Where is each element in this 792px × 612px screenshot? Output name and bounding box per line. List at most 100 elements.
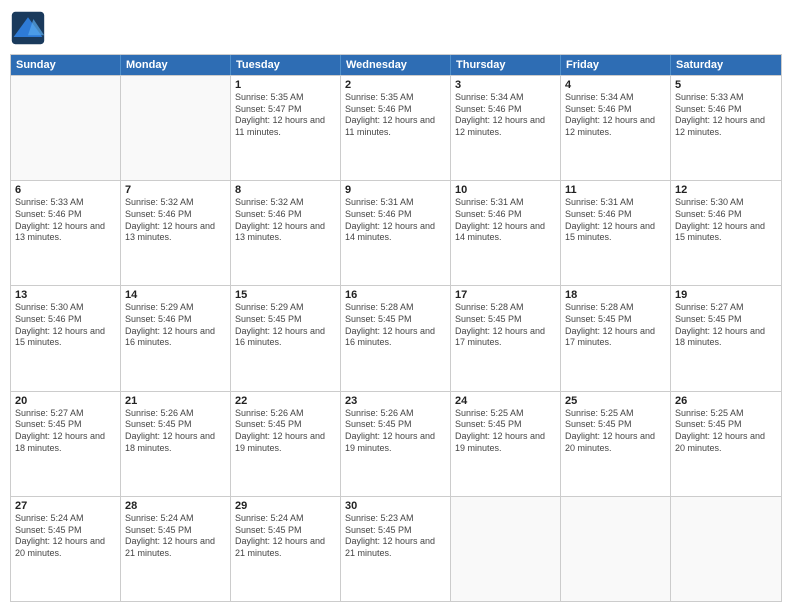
cal-cell-empty-4 [451, 497, 561, 601]
cal-cell-3: 3Sunrise: 5:34 AMSunset: 5:46 PMDaylight… [451, 76, 561, 180]
cal-cell-24: 24Sunrise: 5:25 AMSunset: 5:45 PMDayligh… [451, 392, 561, 496]
header-day-tuesday: Tuesday [231, 55, 341, 75]
week-row-4: 20Sunrise: 5:27 AMSunset: 5:45 PMDayligh… [11, 391, 781, 496]
cal-cell-21: 21Sunrise: 5:26 AMSunset: 5:45 PMDayligh… [121, 392, 231, 496]
cell-day-number: 29 [235, 500, 336, 512]
cell-day-number: 11 [565, 184, 666, 196]
cell-info: Sunrise: 5:31 AMSunset: 5:46 PMDaylight:… [345, 197, 446, 244]
cell-day-number: 21 [125, 395, 226, 407]
cell-day-number: 28 [125, 500, 226, 512]
cal-cell-29: 29Sunrise: 5:24 AMSunset: 5:45 PMDayligh… [231, 497, 341, 601]
cal-cell-15: 15Sunrise: 5:29 AMSunset: 5:45 PMDayligh… [231, 286, 341, 390]
week-row-5: 27 Sunrise: 5:24 AMSunset: 5:45 PMDayligh… [11, 496, 781, 601]
cal-cell-16: 16Sunrise: 5:28 AMSunset: 5:45 PMDayligh… [341, 286, 451, 390]
cell-info: Sunrise: 5:27 AMSunset: 5:45 PMDaylight:… [15, 408, 116, 455]
cell-info: Sunrise: 5:34 AMSunset: 5:46 PMDaylight:… [455, 92, 556, 139]
cell-info: Sunrise: 5:25 AMSunset: 5:45 PMDaylight:… [675, 408, 777, 455]
cal-cell-12: 12Sunrise: 5:30 AMSunset: 5:46 PMDayligh… [671, 181, 781, 285]
calendar-page: SundayMondayTuesdayWednesdayThursdayFrid… [0, 0, 792, 612]
cal-cell-23: 23Sunrise: 5:26 AMSunset: 5:45 PMDayligh… [341, 392, 451, 496]
cell-day-number: 4 [565, 79, 666, 91]
cell-info: Sunrise: 5:24 AMSunset: 5:45 PMDaylight:… [125, 513, 226, 560]
cal-cell-20: 20Sunrise: 5:27 AMSunset: 5:45 PMDayligh… [11, 392, 121, 496]
cell-info: Sunrise: 5:30 AMSunset: 5:46 PMDaylight:… [675, 197, 777, 244]
cal-cell-26: 26Sunrise: 5:25 AMSunset: 5:45 PMDayligh… [671, 392, 781, 496]
cal-cell-28: 28Sunrise: 5:24 AMSunset: 5:45 PMDayligh… [121, 497, 231, 601]
cell-day-number: 17 [455, 289, 556, 301]
header-day-monday: Monday [121, 55, 231, 75]
cell-info: Sunrise: 5:32 AMSunset: 5:46 PMDaylight:… [235, 197, 336, 244]
cal-cell-18: 18Sunrise: 5:28 AMSunset: 5:45 PMDayligh… [561, 286, 671, 390]
cal-cell-empty-1 [121, 76, 231, 180]
cell-info: Sunrise: 5:26 AMSunset: 5:45 PMDaylight:… [235, 408, 336, 455]
cal-cell-22: 22Sunrise: 5:26 AMSunset: 5:45 PMDayligh… [231, 392, 341, 496]
cal-cell-30: 30Sunrise: 5:23 AMSunset: 5:45 PMDayligh… [341, 497, 451, 601]
cell-day-number: 15 [235, 289, 336, 301]
cell-info: Sunrise: 5:28 AMSunset: 5:45 PMDaylight:… [345, 302, 446, 349]
cal-cell-empty-0 [11, 76, 121, 180]
cal-cell-17: 17Sunrise: 5:28 AMSunset: 5:45 PMDayligh… [451, 286, 561, 390]
cell-day-number: 20 [15, 395, 116, 407]
cell-day-number: 9 [345, 184, 446, 196]
cell-day-number: 5 [675, 79, 777, 91]
cal-cell-4: 4Sunrise: 5:34 AMSunset: 5:46 PMDaylight… [561, 76, 671, 180]
cell-info: Sunrise: 5:32 AMSunset: 5:46 PMDaylight:… [125, 197, 226, 244]
calendar-header: SundayMondayTuesdayWednesdayThursdayFrid… [11, 55, 781, 75]
cal-cell-6: 6Sunrise: 5:33 AMSunset: 5:46 PMDaylight… [11, 181, 121, 285]
calendar-body: 1Sunrise: 5:35 AMSunset: 5:47 PMDaylight… [11, 75, 781, 601]
cell-info: Sunrise: 5:33 AMSunset: 5:46 PMDaylight:… [15, 197, 116, 244]
cell-day-number: 10 [455, 184, 556, 196]
cell-info: Sunrise: 5:26 AMSunset: 5:45 PMDaylight:… [345, 408, 446, 455]
cal-cell-7: 7Sunrise: 5:32 AMSunset: 5:46 PMDaylight… [121, 181, 231, 285]
cell-day-number: 7 [125, 184, 226, 196]
cell-day-number: 6 [15, 184, 116, 196]
cell-day-number: 27 [15, 500, 116, 512]
cell-info: Sunrise: 5:28 AMSunset: 5:45 PMDaylight:… [455, 302, 556, 349]
week-row-1: 1Sunrise: 5:35 AMSunset: 5:47 PMDaylight… [11, 75, 781, 180]
cell-info: Sunrise: 5:25 AMSunset: 5:45 PMDaylight:… [565, 408, 666, 455]
header-day-thursday: Thursday [451, 55, 561, 75]
cal-cell-1: 1Sunrise: 5:35 AMSunset: 5:47 PMDaylight… [231, 76, 341, 180]
cal-cell-5: 5Sunrise: 5:33 AMSunset: 5:46 PMDaylight… [671, 76, 781, 180]
cell-info: Sunrise: 5:29 AMSunset: 5:46 PMDaylight:… [125, 302, 226, 349]
header-day-saturday: Saturday [671, 55, 781, 75]
cell-info: Sunrise: 5:25 AMSunset: 5:45 PMDaylight:… [455, 408, 556, 455]
cal-cell-14: 14Sunrise: 5:29 AMSunset: 5:46 PMDayligh… [121, 286, 231, 390]
header-day-friday: Friday [561, 55, 671, 75]
cell-day-number: 30 [345, 500, 446, 512]
cell-info: Sunrise: 5:31 AMSunset: 5:46 PMDaylight:… [455, 197, 556, 244]
cell-info: Sunrise: 5:28 AMSunset: 5:45 PMDaylight:… [565, 302, 666, 349]
cell-day-number: 1 [235, 79, 336, 91]
cell-day-number: 3 [455, 79, 556, 91]
cell-info: Sunrise: 5:35 AMSunset: 5:46 PMDaylight:… [345, 92, 446, 139]
cell-day-number: 25 [565, 395, 666, 407]
cell-day-number: 22 [235, 395, 336, 407]
cell-day-number: 2 [345, 79, 446, 91]
cal-cell-19: 19Sunrise: 5:27 AMSunset: 5:45 PMDayligh… [671, 286, 781, 390]
cell-day-number: 13 [15, 289, 116, 301]
cal-cell-2: 2Sunrise: 5:35 AMSunset: 5:46 PMDaylight… [341, 76, 451, 180]
logo-icon [10, 10, 46, 46]
header-day-sunday: Sunday [11, 55, 121, 75]
cell-info: Sunrise: 5:26 AMSunset: 5:45 PMDaylight:… [125, 408, 226, 455]
cell-day-number: 18 [565, 289, 666, 301]
cell-day-number: 8 [235, 184, 336, 196]
calendar: SundayMondayTuesdayWednesdayThursdayFrid… [10, 54, 782, 602]
cell-info: Sunrise: 5:23 AMSunset: 5:45 PMDaylight:… [345, 513, 446, 560]
week-row-2: 6Sunrise: 5:33 AMSunset: 5:46 PMDaylight… [11, 180, 781, 285]
cell-day-number: 24 [455, 395, 556, 407]
cell-day-number: 19 [675, 289, 777, 301]
cal-cell-25: 25Sunrise: 5:25 AMSunset: 5:45 PMDayligh… [561, 392, 671, 496]
cal-cell-8: 8Sunrise: 5:32 AMSunset: 5:46 PMDaylight… [231, 181, 341, 285]
cal-cell-27: 27Sunrise: 5:24 AMSunset: 5:45 PMDayligh… [11, 497, 121, 601]
cell-day-number: 16 [345, 289, 446, 301]
cal-cell-13: 13Sunrise: 5:30 AMSunset: 5:46 PMDayligh… [11, 286, 121, 390]
cell-info: Sunrise: 5:30 AMSunset: 5:46 PMDaylight:… [15, 302, 116, 349]
cell-day-number: 26 [675, 395, 777, 407]
logo [10, 10, 50, 46]
cell-info: Sunrise: 5:34 AMSunset: 5:46 PMDaylight:… [565, 92, 666, 139]
cell-day-number: 12 [675, 184, 777, 196]
cal-cell-11: 11Sunrise: 5:31 AMSunset: 5:46 PMDayligh… [561, 181, 671, 285]
cell-info: Sunrise: 5:33 AMSunset: 5:46 PMDaylight:… [675, 92, 777, 139]
page-header [10, 10, 782, 46]
